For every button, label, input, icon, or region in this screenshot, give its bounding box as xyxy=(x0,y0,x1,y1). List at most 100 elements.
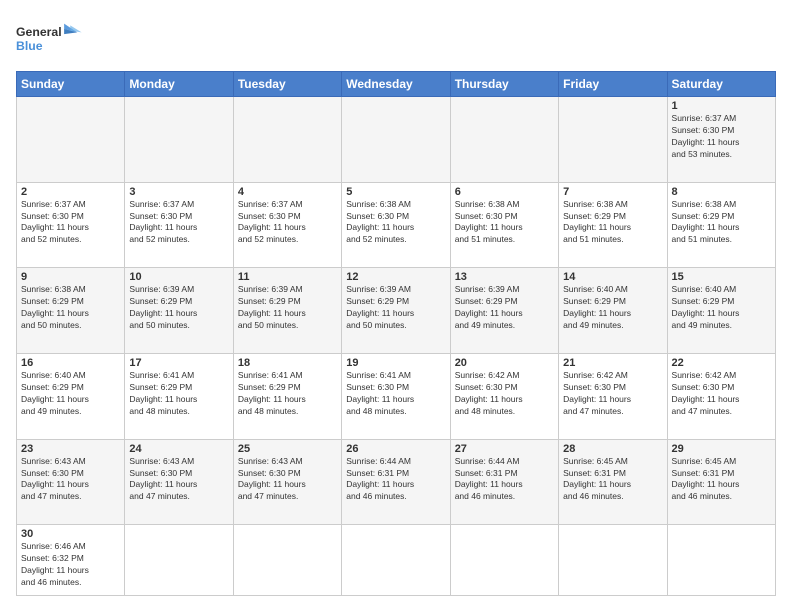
day-info: Sunrise: 6:39 AM Sunset: 6:29 PM Dayligh… xyxy=(455,284,554,332)
day-number: 1 xyxy=(672,100,771,112)
day-number: 16 xyxy=(21,357,120,369)
day-number: 19 xyxy=(346,357,445,369)
day-number: 3 xyxy=(129,186,228,198)
day-info: Sunrise: 6:45 AM Sunset: 6:31 PM Dayligh… xyxy=(563,456,662,504)
day-info: Sunrise: 6:45 AM Sunset: 6:31 PM Dayligh… xyxy=(672,456,771,504)
day-info: Sunrise: 6:37 AM Sunset: 6:30 PM Dayligh… xyxy=(672,113,771,161)
header: General Blue xyxy=(16,16,776,61)
calendar-cell: 23Sunrise: 6:43 AM Sunset: 6:30 PM Dayli… xyxy=(17,439,125,525)
day-info: Sunrise: 6:41 AM Sunset: 6:29 PM Dayligh… xyxy=(238,370,337,418)
day-number: 27 xyxy=(455,443,554,455)
day-info: Sunrise: 6:44 AM Sunset: 6:31 PM Dayligh… xyxy=(346,456,445,504)
calendar-cell: 30Sunrise: 6:46 AM Sunset: 6:32 PM Dayli… xyxy=(17,525,125,596)
calendar-cell xyxy=(125,525,233,596)
calendar-cell: 25Sunrise: 6:43 AM Sunset: 6:30 PM Dayli… xyxy=(233,439,341,525)
day-info: Sunrise: 6:43 AM Sunset: 6:30 PM Dayligh… xyxy=(238,456,337,504)
header-saturday: Saturday xyxy=(667,72,775,97)
day-number: 23 xyxy=(21,443,120,455)
day-info: Sunrise: 6:37 AM Sunset: 6:30 PM Dayligh… xyxy=(129,199,228,247)
day-info: Sunrise: 6:38 AM Sunset: 6:30 PM Dayligh… xyxy=(346,199,445,247)
day-number: 10 xyxy=(129,271,228,283)
day-number: 6 xyxy=(455,186,554,198)
day-info: Sunrise: 6:46 AM Sunset: 6:32 PM Dayligh… xyxy=(21,541,120,589)
calendar-cell: 17Sunrise: 6:41 AM Sunset: 6:29 PM Dayli… xyxy=(125,354,233,440)
day-number: 13 xyxy=(455,271,554,283)
calendar-cell xyxy=(125,97,233,183)
page: General Blue Sunday Monday Tuesday Wedne… xyxy=(0,0,792,612)
day-number: 20 xyxy=(455,357,554,369)
calendar-cell: 16Sunrise: 6:40 AM Sunset: 6:29 PM Dayli… xyxy=(17,354,125,440)
calendar-cell: 10Sunrise: 6:39 AM Sunset: 6:29 PM Dayli… xyxy=(125,268,233,354)
calendar-cell: 27Sunrise: 6:44 AM Sunset: 6:31 PM Dayli… xyxy=(450,439,558,525)
calendar-cell: 1Sunrise: 6:37 AM Sunset: 6:30 PM Daylig… xyxy=(667,97,775,183)
day-number: 21 xyxy=(563,357,662,369)
logo-svg: General Blue xyxy=(16,16,86,61)
header-friday: Friday xyxy=(559,72,667,97)
day-number: 28 xyxy=(563,443,662,455)
day-info: Sunrise: 6:38 AM Sunset: 6:29 PM Dayligh… xyxy=(563,199,662,247)
calendar-body: 1Sunrise: 6:37 AM Sunset: 6:30 PM Daylig… xyxy=(17,97,776,596)
calendar-cell: 13Sunrise: 6:39 AM Sunset: 6:29 PM Dayli… xyxy=(450,268,558,354)
day-info: Sunrise: 6:44 AM Sunset: 6:31 PM Dayligh… xyxy=(455,456,554,504)
header-tuesday: Tuesday xyxy=(233,72,341,97)
day-number: 18 xyxy=(238,357,337,369)
day-number: 11 xyxy=(238,271,337,283)
day-info: Sunrise: 6:39 AM Sunset: 6:29 PM Dayligh… xyxy=(238,284,337,332)
day-info: Sunrise: 6:38 AM Sunset: 6:30 PM Dayligh… xyxy=(455,199,554,247)
day-info: Sunrise: 6:43 AM Sunset: 6:30 PM Dayligh… xyxy=(129,456,228,504)
day-number: 22 xyxy=(672,357,771,369)
calendar-cell: 4Sunrise: 6:37 AM Sunset: 6:30 PM Daylig… xyxy=(233,182,341,268)
calendar-cell: 24Sunrise: 6:43 AM Sunset: 6:30 PM Dayli… xyxy=(125,439,233,525)
calendar-cell xyxy=(17,97,125,183)
calendar-cell xyxy=(559,525,667,596)
calendar-cell: 8Sunrise: 6:38 AM Sunset: 6:29 PM Daylig… xyxy=(667,182,775,268)
calendar-cell xyxy=(233,525,341,596)
day-info: Sunrise: 6:39 AM Sunset: 6:29 PM Dayligh… xyxy=(129,284,228,332)
day-info: Sunrise: 6:39 AM Sunset: 6:29 PM Dayligh… xyxy=(346,284,445,332)
day-info: Sunrise: 6:41 AM Sunset: 6:29 PM Dayligh… xyxy=(129,370,228,418)
day-info: Sunrise: 6:37 AM Sunset: 6:30 PM Dayligh… xyxy=(238,199,337,247)
calendar-cell: 6Sunrise: 6:38 AM Sunset: 6:30 PM Daylig… xyxy=(450,182,558,268)
calendar-cell: 3Sunrise: 6:37 AM Sunset: 6:30 PM Daylig… xyxy=(125,182,233,268)
day-number: 4 xyxy=(238,186,337,198)
day-number: 14 xyxy=(563,271,662,283)
calendar-cell: 7Sunrise: 6:38 AM Sunset: 6:29 PM Daylig… xyxy=(559,182,667,268)
calendar-table: Sunday Monday Tuesday Wednesday Thursday… xyxy=(16,71,776,596)
calendar-cell: 12Sunrise: 6:39 AM Sunset: 6:29 PM Dayli… xyxy=(342,268,450,354)
calendar-cell xyxy=(559,97,667,183)
calendar-cell xyxy=(342,97,450,183)
day-info: Sunrise: 6:41 AM Sunset: 6:30 PM Dayligh… xyxy=(346,370,445,418)
day-number: 8 xyxy=(672,186,771,198)
day-number: 26 xyxy=(346,443,445,455)
calendar-cell: 22Sunrise: 6:42 AM Sunset: 6:30 PM Dayli… xyxy=(667,354,775,440)
calendar-cell: 5Sunrise: 6:38 AM Sunset: 6:30 PM Daylig… xyxy=(342,182,450,268)
calendar-cell: 18Sunrise: 6:41 AM Sunset: 6:29 PM Dayli… xyxy=(233,354,341,440)
day-info: Sunrise: 6:42 AM Sunset: 6:30 PM Dayligh… xyxy=(455,370,554,418)
header-wednesday: Wednesday xyxy=(342,72,450,97)
day-number: 5 xyxy=(346,186,445,198)
svg-text:General: General xyxy=(16,25,62,39)
day-number: 25 xyxy=(238,443,337,455)
calendar-cell: 28Sunrise: 6:45 AM Sunset: 6:31 PM Dayli… xyxy=(559,439,667,525)
calendar-cell xyxy=(450,97,558,183)
svg-text:Blue: Blue xyxy=(16,39,43,53)
day-number: 2 xyxy=(21,186,120,198)
day-number: 9 xyxy=(21,271,120,283)
calendar-cell: 2Sunrise: 6:37 AM Sunset: 6:30 PM Daylig… xyxy=(17,182,125,268)
calendar-header: Sunday Monday Tuesday Wednesday Thursday… xyxy=(17,72,776,97)
day-info: Sunrise: 6:37 AM Sunset: 6:30 PM Dayligh… xyxy=(21,199,120,247)
day-info: Sunrise: 6:42 AM Sunset: 6:30 PM Dayligh… xyxy=(563,370,662,418)
day-number: 15 xyxy=(672,271,771,283)
day-info: Sunrise: 6:43 AM Sunset: 6:30 PM Dayligh… xyxy=(21,456,120,504)
day-info: Sunrise: 6:38 AM Sunset: 6:29 PM Dayligh… xyxy=(21,284,120,332)
calendar-cell xyxy=(450,525,558,596)
day-number: 7 xyxy=(563,186,662,198)
calendar-cell: 26Sunrise: 6:44 AM Sunset: 6:31 PM Dayli… xyxy=(342,439,450,525)
calendar-cell xyxy=(233,97,341,183)
calendar-cell: 9Sunrise: 6:38 AM Sunset: 6:29 PM Daylig… xyxy=(17,268,125,354)
day-info: Sunrise: 6:40 AM Sunset: 6:29 PM Dayligh… xyxy=(563,284,662,332)
calendar-cell: 20Sunrise: 6:42 AM Sunset: 6:30 PM Dayli… xyxy=(450,354,558,440)
calendar-cell: 11Sunrise: 6:39 AM Sunset: 6:29 PM Dayli… xyxy=(233,268,341,354)
day-info: Sunrise: 6:40 AM Sunset: 6:29 PM Dayligh… xyxy=(21,370,120,418)
calendar-cell: 15Sunrise: 6:40 AM Sunset: 6:29 PM Dayli… xyxy=(667,268,775,354)
